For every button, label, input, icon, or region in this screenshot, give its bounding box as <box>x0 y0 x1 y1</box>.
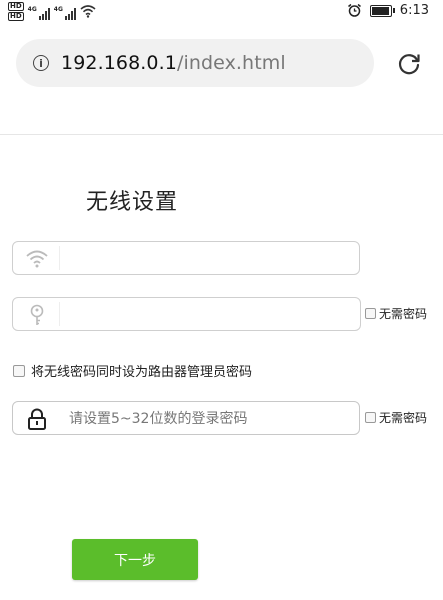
no-password-label: 无需密码 <box>379 307 428 321</box>
status-right: 6:13 <box>347 3 429 18</box>
checkbox-box[interactable] <box>365 308 376 319</box>
wifi-status-icon <box>80 5 96 18</box>
signal-icon: 4G <box>28 6 50 20</box>
same-password-checkbox[interactable]: 将无线密码同时设为路由器管理员密码 <box>13 361 252 380</box>
network-type-label: 4G <box>27 6 37 13</box>
lock-icon <box>28 408 46 430</box>
hd-indicators: HD HD <box>8 2 24 21</box>
field-separator <box>59 302 60 326</box>
wifi-icon <box>26 250 48 268</box>
battery-level <box>371 6 389 15</box>
page-title: 无线设置 <box>86 190 179 215</box>
key-icon <box>30 304 44 325</box>
address-bar[interactable]: i 192.168.0.1/index.html <box>16 39 374 87</box>
same-password-label: 将无线密码同时设为路由器管理员密码 <box>31 365 253 380</box>
field-separator <box>59 246 60 270</box>
admin-password-input[interactable] <box>67 405 353 433</box>
wifi-name-input[interactable] <box>61 245 353 273</box>
url-path: /index.html <box>176 52 286 74</box>
status-bar: HD HD 4G 4G 6:13 <box>0 0 443 26</box>
next-button[interactable]: 下一步 <box>72 539 198 580</box>
wifi-name-field[interactable] <box>12 241 360 275</box>
reload-icon[interactable] <box>396 51 422 77</box>
clock: 6:13 <box>399 3 429 18</box>
no-password-label: 无需密码 <box>379 411 428 425</box>
no-password-checkbox-1[interactable]: 无需密码 <box>365 305 427 322</box>
battery-icon <box>369 4 395 17</box>
checkbox-box[interactable] <box>365 412 376 423</box>
hd-badge-2: HD <box>8 12 24 21</box>
admin-password-field[interactable] <box>12 401 360 435</box>
no-password-checkbox-2[interactable]: 无需密码 <box>365 409 427 426</box>
checkbox-box[interactable] <box>13 364 25 377</box>
network-type-label-2: 4G <box>53 6 63 13</box>
url-text[interactable]: 192.168.0.1/index.html <box>61 52 286 74</box>
status-left: HD HD 4G 4G <box>8 2 96 21</box>
hd-badge: HD <box>8 2 24 11</box>
url-host: 192.168.0.1 <box>61 52 177 74</box>
header-divider <box>0 134 443 135</box>
signal-icon-2: 4G <box>54 6 76 20</box>
wifi-password-field[interactable] <box>12 297 361 331</box>
alarm-icon <box>347 3 361 17</box>
info-icon[interactable]: i <box>33 55 49 71</box>
wifi-password-input[interactable] <box>61 301 354 329</box>
